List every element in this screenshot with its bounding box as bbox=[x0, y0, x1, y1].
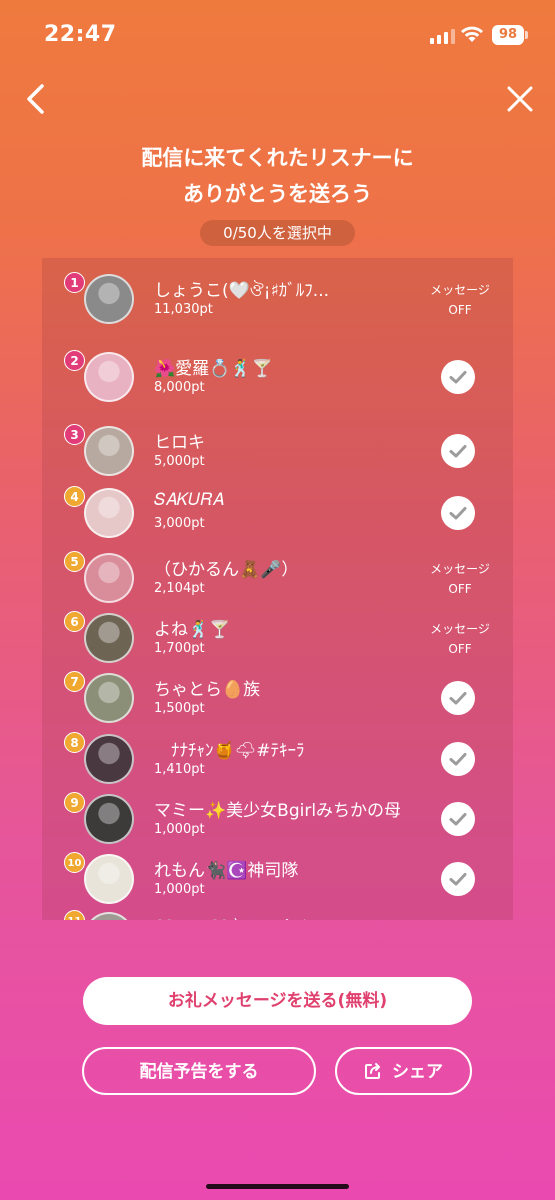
close-icon[interactable] bbox=[505, 84, 535, 114]
rank-badge: 5 bbox=[64, 551, 85, 572]
listener-name: ちゃとら🥚族 bbox=[154, 680, 261, 700]
message-off-label: メッセージ OFF bbox=[430, 622, 490, 656]
select-checkbox[interactable] bbox=[441, 496, 475, 530]
listener-row[interactable]: 7 ちゃとら🥚族 1,500pt bbox=[42, 671, 513, 731]
listener-points: 1,500pt bbox=[154, 701, 205, 716]
listener-name: 🤍しろ🤍ঔ¡♯ﾐｸﾊﾟｶﾞﾙﾌ bbox=[154, 914, 414, 920]
status-bar: 22:47 98 bbox=[0, 0, 555, 70]
avatar bbox=[84, 854, 134, 904]
avatar bbox=[84, 274, 134, 324]
checkmark-icon bbox=[449, 873, 467, 886]
avatar bbox=[84, 794, 134, 844]
listener-row[interactable]: 2 🌺愛羅💍🕺🍸 8,000pt bbox=[42, 350, 513, 410]
avatar bbox=[84, 673, 134, 723]
page-title: 配信に来てくれたリスナーに ありがとうを送ろう bbox=[0, 140, 555, 212]
rank-badge: 4 bbox=[64, 486, 85, 507]
listener-points: 5,000pt bbox=[154, 454, 205, 469]
listener-points: 8,000pt bbox=[154, 380, 205, 395]
select-checkbox[interactable] bbox=[441, 681, 475, 715]
battery-indicator: 98 bbox=[492, 25, 524, 45]
listener-points: 1,700pt bbox=[154, 641, 205, 656]
listener-points: 2,104pt bbox=[154, 581, 205, 596]
avatar bbox=[84, 912, 134, 920]
checkmark-icon bbox=[449, 445, 467, 458]
wifi-icon bbox=[461, 26, 483, 42]
title-line-2: ありがとうを送ろう bbox=[183, 182, 372, 206]
cellular-signal-icon bbox=[430, 28, 455, 44]
rank-badge: 11 bbox=[64, 910, 85, 920]
select-checkbox[interactable] bbox=[441, 434, 475, 468]
listener-row[interactable]: 4 𝑆𝐴𝐾𝑈𝑅𝐴 3,000pt bbox=[42, 486, 513, 546]
select-checkbox[interactable] bbox=[441, 802, 475, 836]
listener-list[interactable]: 1 しょうこ(🤍ঔ¡♯ｶﾞﾙﾌ... 11,030pt メッセージ OFF 2 🌺愛羅💍🕺… bbox=[42, 258, 513, 920]
listener-row[interactable]: 5 （ひかるん🧸🎤） 2,104pt メッセージ OFF bbox=[42, 551, 513, 611]
rank-badge: 6 bbox=[64, 611, 85, 632]
rank-badge: 3 bbox=[64, 424, 85, 445]
avatar bbox=[84, 426, 134, 476]
listener-name: 𝑆𝐴𝐾𝑈𝑅𝐴 bbox=[154, 490, 224, 510]
message-off-label: メッセージ OFF bbox=[430, 562, 490, 596]
avatar bbox=[84, 553, 134, 603]
share-icon bbox=[365, 1062, 380, 1079]
rank-badge: 1 bbox=[64, 272, 85, 293]
checkmark-icon bbox=[449, 813, 467, 826]
listener-name: れもん🐈‍⬛☪️神司隊 bbox=[154, 861, 299, 881]
select-checkbox[interactable] bbox=[441, 862, 475, 896]
send-thanks-message-button[interactable]: お礼メッセージを送る(無料) bbox=[83, 977, 472, 1025]
rank-badge: 9 bbox=[64, 792, 85, 813]
listener-name: 🌺愛羅💍🕺🍸 bbox=[154, 359, 273, 379]
listener-points: 3,000pt bbox=[154, 516, 205, 531]
battery-tip bbox=[525, 31, 528, 39]
avatar bbox=[84, 613, 134, 663]
listener-points: 1,000pt bbox=[154, 882, 205, 897]
rank-badge: 10 bbox=[64, 852, 85, 873]
rank-badge: 7 bbox=[64, 671, 85, 692]
avatar bbox=[84, 488, 134, 538]
share-button[interactable]: シェア bbox=[335, 1047, 472, 1095]
listener-row[interactable]: 9 マミー✨美少女Bgirlみちかの母 1,000pt bbox=[42, 792, 513, 852]
checkmark-icon bbox=[449, 753, 467, 766]
listener-name: よね🕺🍸 bbox=[154, 620, 231, 640]
selection-counter-badge: 0/50人を選択中 bbox=[200, 220, 355, 246]
listener-row[interactable]: 6 よね🕺🍸 1,700pt メッセージ OFF bbox=[42, 611, 513, 671]
listener-points: 1,410pt bbox=[154, 762, 205, 777]
listener-points: 11,030pt bbox=[154, 302, 213, 317]
listener-row[interactable]: 1 しょうこ(🤍ঔ¡♯ｶﾞﾙﾌ... 11,030pt メッセージ OFF bbox=[42, 272, 513, 332]
avatar bbox=[84, 734, 134, 784]
message-off-label: メッセージ OFF bbox=[430, 283, 490, 317]
title-line-1: 配信に来てくれたリスナーに bbox=[141, 146, 414, 170]
listener-row[interactable]: 3 ヒロキ 5,000pt bbox=[42, 424, 513, 484]
home-indicator[interactable] bbox=[206, 1184, 349, 1189]
listener-name: ﾅﾅﾁｬﾝ🍯🌩#ﾃｷｰﾗ bbox=[154, 741, 305, 761]
rank-badge: 8 bbox=[64, 732, 85, 753]
listener-row[interactable]: 11 🤍しろ🤍ঔ¡♯ﾐｸﾊﾟｶﾞﾙﾌ bbox=[42, 910, 513, 920]
checkmark-icon bbox=[449, 371, 467, 384]
rank-badge: 2 bbox=[64, 350, 85, 371]
listener-points: 1,000pt bbox=[154, 822, 205, 837]
select-checkbox[interactable] bbox=[441, 360, 475, 394]
listener-name: マミー✨美少女Bgirlみちかの母 bbox=[154, 801, 402, 821]
checkmark-icon bbox=[449, 507, 467, 520]
avatar bbox=[84, 352, 134, 402]
share-button-label: シェア bbox=[392, 1062, 443, 1082]
announce-stream-button[interactable]: 配信予告をする bbox=[82, 1047, 316, 1095]
listener-row[interactable]: 10 れもん🐈‍⬛☪️神司隊 1,000pt bbox=[42, 852, 513, 912]
listener-name: ヒロキ bbox=[154, 433, 205, 453]
status-time: 22:47 bbox=[44, 22, 117, 47]
checkmark-icon bbox=[449, 692, 467, 705]
listener-row[interactable]: 8 ﾅﾅﾁｬﾝ🍯🌩#ﾃｷｰﾗ 1,410pt bbox=[42, 732, 513, 792]
back-chevron-icon[interactable] bbox=[22, 82, 52, 116]
listener-name: （ひかるん🧸🎤） bbox=[154, 560, 299, 580]
select-checkbox[interactable] bbox=[441, 742, 475, 776]
